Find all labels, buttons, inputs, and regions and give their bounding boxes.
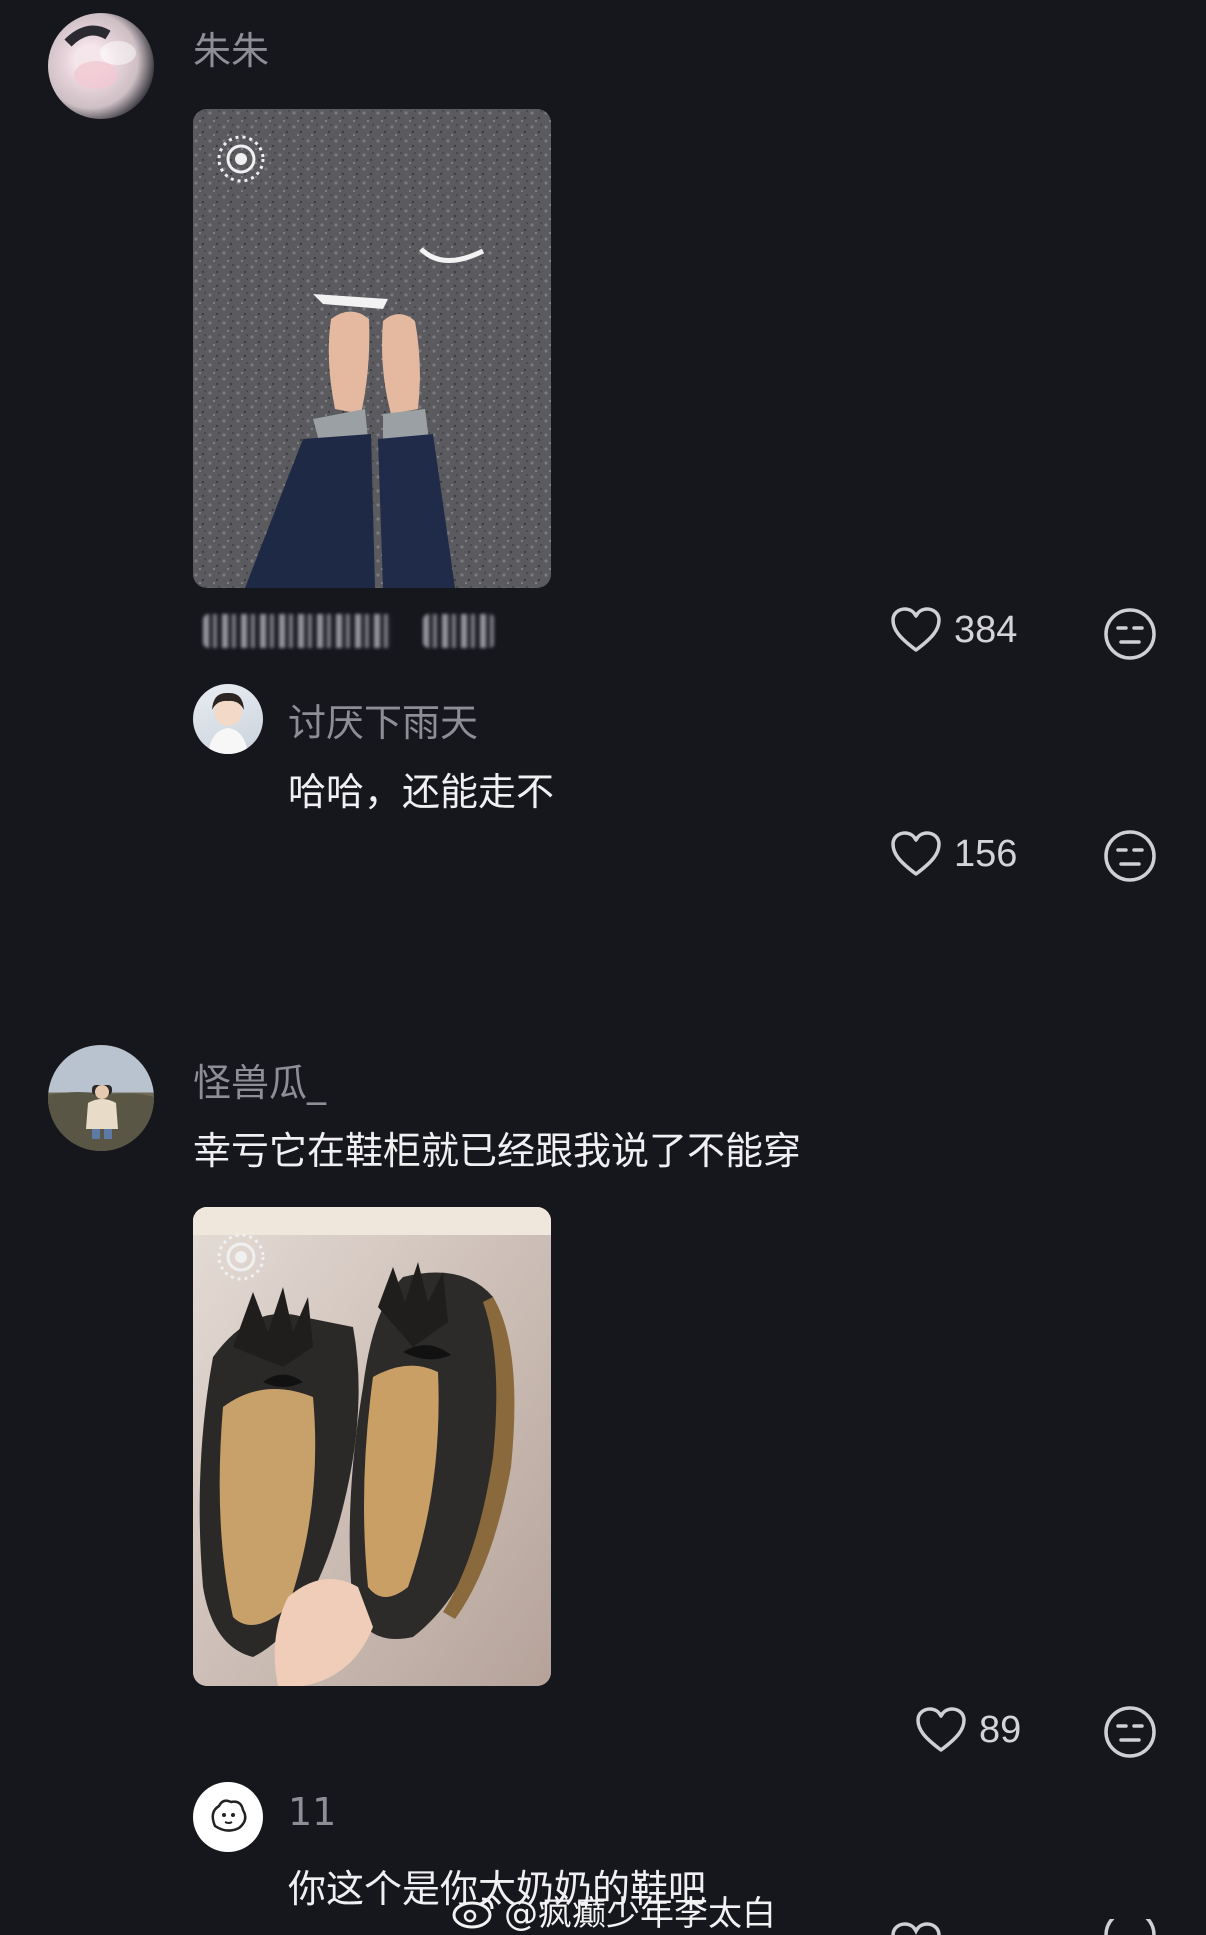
like-count: 384 (954, 608, 1018, 651)
watermark-text: @疯癫少年李太白 (504, 1894, 776, 1934)
reply-username[interactable]: 11 (288, 1790, 336, 1834)
dislike-face-icon[interactable] (1102, 1704, 1158, 1760)
heart-icon (891, 607, 941, 652)
avatar[interactable] (48, 1045, 154, 1151)
heart-icon (891, 831, 941, 876)
avatar[interactable] (193, 1782, 263, 1852)
like-button[interactable]: 89 (915, 1706, 1021, 1754)
dislike-face-icon[interactable] (1102, 828, 1158, 884)
like-button[interactable]: 156 (890, 830, 1017, 878)
heart-icon (916, 1707, 966, 1752)
reply-text: 哈哈，还能走不 (288, 770, 555, 814)
comment-meta-blurred (203, 614, 393, 648)
dislike-face-icon[interactable] (1102, 606, 1158, 662)
watermark: @疯癫少年李太白 (452, 1886, 776, 1935)
weibo-logo-icon (452, 1897, 494, 1928)
avatar[interactable] (193, 684, 263, 754)
live-photo-icon (217, 135, 265, 183)
reply-username[interactable]: 讨厌下雨天 (288, 692, 478, 747)
avatar[interactable] (48, 13, 154, 119)
live-photo-icon (217, 1233, 265, 1281)
comment-photo[interactable] (193, 1207, 551, 1686)
heart-icon[interactable] (890, 1915, 942, 1935)
like-count: 156 (954, 832, 1018, 875)
like-button[interactable]: 384 (890, 606, 1017, 654)
comment-text: 幸亏它在鞋柜就已经跟我说了不能穿 (193, 1129, 802, 1173)
dislike-face-icon[interactable] (1102, 1919, 1158, 1935)
comment-username[interactable]: 朱朱 (193, 20, 269, 75)
comment-photo[interactable] (193, 109, 551, 588)
comment-username[interactable]: 怪兽瓜_ (193, 1052, 326, 1107)
like-count: 89 (979, 1708, 1022, 1751)
comment-meta-blurred (423, 614, 495, 648)
